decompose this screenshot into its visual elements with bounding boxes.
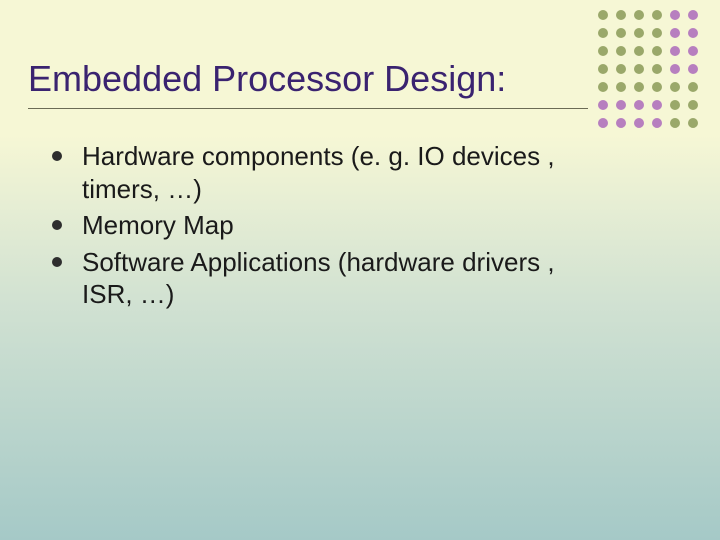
decor-dot (652, 82, 662, 92)
decor-dot (652, 118, 662, 128)
decor-dot (616, 46, 626, 56)
bullet-text: Software Applications (hardware drivers … (82, 247, 555, 310)
decor-dot (688, 82, 698, 92)
decor-dot (598, 46, 608, 56)
decor-dot (634, 46, 644, 56)
decor-dot (670, 100, 680, 110)
slide: Embedded Processor Design: Hardware comp… (0, 0, 720, 540)
decor-dot (652, 64, 662, 74)
decor-dot (634, 64, 644, 74)
decor-dot (652, 46, 662, 56)
bullet-item: Memory Map (48, 209, 608, 242)
decor-dot (670, 82, 680, 92)
decor-dot (598, 28, 608, 38)
decor-dot (688, 100, 698, 110)
decor-dot (652, 10, 662, 20)
decor-dot (670, 118, 680, 128)
decor-dot (688, 64, 698, 74)
decor-dot (688, 46, 698, 56)
decor-dot (598, 82, 608, 92)
decor-dot (616, 118, 626, 128)
decor-dot (598, 118, 608, 128)
decor-dot (652, 28, 662, 38)
decor-dot (652, 100, 662, 110)
decor-dot (670, 10, 680, 20)
decor-dot (688, 28, 698, 38)
bullet-text: Memory Map (82, 210, 234, 240)
decor-dot (598, 64, 608, 74)
decor-dot (616, 64, 626, 74)
decor-dot (598, 100, 608, 110)
bullet-item: Hardware components (e. g. IO devices , … (48, 140, 608, 205)
decor-dot (616, 82, 626, 92)
decor-dot (634, 10, 644, 20)
decor-dot (634, 28, 644, 38)
decor-dot (688, 10, 698, 20)
decor-dot (670, 64, 680, 74)
bullet-text: Hardware components (e. g. IO devices , … (82, 141, 555, 204)
title-area: Embedded Processor Design: (28, 58, 588, 109)
corner-dot-grid (598, 10, 702, 132)
decor-dot (670, 46, 680, 56)
slide-body: Hardware components (e. g. IO devices , … (48, 140, 608, 315)
title-underline (28, 108, 588, 109)
decor-dot (598, 10, 608, 20)
bullet-item: Software Applications (hardware drivers … (48, 246, 608, 311)
slide-title: Embedded Processor Design: (28, 58, 588, 100)
bullet-list: Hardware components (e. g. IO devices , … (48, 140, 608, 311)
decor-dot (634, 118, 644, 128)
decor-dot (634, 82, 644, 92)
decor-dot (634, 100, 644, 110)
decor-dot (670, 28, 680, 38)
decor-dot (616, 28, 626, 38)
decor-dot (616, 100, 626, 110)
decor-dot (616, 10, 626, 20)
decor-dot (688, 118, 698, 128)
